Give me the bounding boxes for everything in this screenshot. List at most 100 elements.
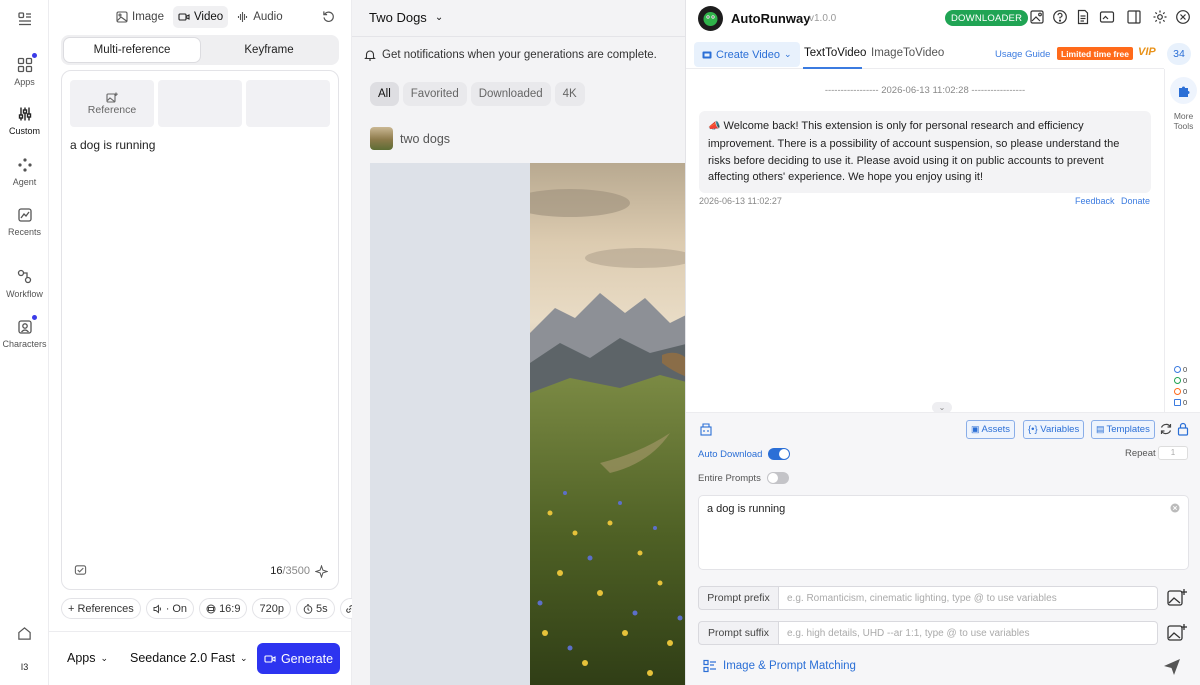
nav-workflow[interactable]: Workflow bbox=[0, 269, 49, 299]
credits-counter[interactable]: 34 bbox=[1167, 43, 1191, 65]
filter-downloaded[interactable]: Downloaded bbox=[470, 82, 551, 106]
nav-apps[interactable]: Apps bbox=[0, 57, 49, 87]
screenshot-icon[interactable] bbox=[1099, 9, 1115, 25]
gear-icon[interactable] bbox=[1152, 9, 1168, 25]
main-content: Two Dogs ⌄ Get notifications when your ge… bbox=[352, 0, 685, 685]
image-prompt-matching[interactable]: Image & Prompt Matching bbox=[703, 659, 856, 673]
generation-title: two dogs bbox=[400, 131, 451, 146]
downloader-badge[interactable]: DOWNLOADER bbox=[945, 10, 1029, 26]
building-icon[interactable] bbox=[699, 422, 713, 436]
project-title[interactable]: Two Dogs ⌄ bbox=[369, 10, 443, 25]
stat-failed-value: 0 bbox=[1183, 387, 1188, 396]
video-icon bbox=[702, 51, 712, 58]
tab-text-to-video[interactable]: TextToVideo bbox=[804, 47, 866, 59]
create-video-dropdown[interactable]: Create Video ⌄ bbox=[694, 42, 800, 67]
filter-favorited[interactable]: Favorited bbox=[402, 82, 467, 106]
chevron-down-icon: ⌄ bbox=[784, 49, 792, 59]
check-icon bbox=[1174, 377, 1181, 384]
nav-recents[interactable]: Recents bbox=[0, 207, 49, 237]
nav-agent-label: Agent bbox=[12, 177, 37, 187]
add-image-icon[interactable] bbox=[1166, 587, 1188, 609]
generated-video[interactable] bbox=[370, 163, 685, 685]
close-icon[interactable] bbox=[1175, 9, 1191, 25]
prompt-prefix-row: Prompt prefix e.g. Romanticism, cinemati… bbox=[698, 586, 1158, 610]
nav-workflow-label: Workflow bbox=[6, 289, 43, 299]
ratio-icon bbox=[206, 604, 216, 613]
notification-banner[interactable]: Get notifications when your generations … bbox=[364, 49, 657, 61]
sidebar-toggle-icon[interactable] bbox=[1126, 9, 1142, 25]
assets-button[interactable]: ▣ Assets bbox=[966, 420, 1016, 439]
help-icon[interactable] bbox=[1052, 9, 1068, 25]
lock-icon[interactable] bbox=[1176, 422, 1190, 436]
filter-4k[interactable]: 4K bbox=[554, 82, 585, 106]
stat-pending: 0 bbox=[1174, 365, 1187, 374]
usage-guide-link[interactable]: Usage Guide bbox=[995, 49, 1050, 60]
entire-prompts-toggle[interactable] bbox=[766, 472, 789, 484]
duration-value: 5s bbox=[315, 602, 328, 615]
message-timestamp: 2026-06-13 11:02:27 bbox=[699, 196, 782, 206]
tab-image-label: Image bbox=[132, 11, 164, 23]
tab-keyframe[interactable]: Keyframe bbox=[201, 37, 337, 63]
duration-chip[interactable]: 5s bbox=[295, 598, 335, 619]
clear-icon[interactable] bbox=[1170, 503, 1180, 513]
generation-thumbnail[interactable] bbox=[370, 127, 393, 150]
extension-prompt-input[interactable]: a dog is running bbox=[698, 495, 1189, 570]
tab-video[interactable]: Video bbox=[172, 6, 229, 28]
repeat-input[interactable]: 1 bbox=[1158, 446, 1188, 460]
prompt-prefix-input[interactable]: e.g. Romanticism, cinematic lighting, ty… bbox=[779, 586, 1158, 610]
reference-slot-empty[interactable] bbox=[246, 80, 330, 127]
megaphone-icon: 📣 bbox=[708, 121, 721, 132]
ratio-chip[interactable]: 16:9 bbox=[199, 598, 248, 619]
nav-agent[interactable]: Agent bbox=[0, 157, 49, 187]
templates-button[interactable]: ▤ Templates bbox=[1091, 420, 1155, 439]
variables-button[interactable]: {•} Variables bbox=[1023, 420, 1085, 439]
auto-download-toggle[interactable] bbox=[768, 448, 791, 460]
limited-time-badge: Limited time free bbox=[1057, 47, 1134, 60]
feedback-link[interactable]: Feedback bbox=[1075, 196, 1115, 206]
prompt-settings: ▣ Assets {•} Variables ▤ Templates Auto Do… bbox=[686, 412, 1200, 685]
filter-all[interactable]: All bbox=[370, 82, 399, 106]
create-video-label: Create Video bbox=[716, 48, 781, 61]
tab-multi-reference[interactable]: Multi-reference bbox=[63, 37, 201, 63]
vip-badge[interactable]: VIP bbox=[1138, 46, 1156, 58]
resolution-chip[interactable]: 720p bbox=[252, 598, 291, 619]
prompt-suffix-row: Prompt suffix e.g. high details, UHD --a… bbox=[698, 621, 1158, 645]
reference-slot-empty[interactable] bbox=[158, 80, 242, 127]
repeat-label: Repeat bbox=[1125, 448, 1156, 459]
tab-image[interactable]: Image bbox=[111, 6, 169, 28]
nav-home[interactable] bbox=[0, 626, 49, 645]
audio-icon bbox=[238, 12, 248, 22]
menu-icon[interactable] bbox=[0, 12, 49, 30]
refresh-icon[interactable] bbox=[1159, 422, 1173, 436]
prompt-suffix-input[interactable]: e.g. high details, UHD --ar 1:1, type @ … bbox=[779, 621, 1158, 645]
speaker-icon bbox=[153, 603, 161, 614]
tab-image-to-video[interactable]: ImageToVideo bbox=[871, 47, 944, 59]
entire-prompts-label: Entire Prompts bbox=[698, 472, 761, 484]
user-initials[interactable]: I3 bbox=[0, 662, 49, 672]
apps-select[interactable]: Apps ⌄ bbox=[67, 651, 108, 665]
audio-chip[interactable]: · On bbox=[145, 598, 195, 619]
reset-icon[interactable] bbox=[322, 10, 335, 23]
reference-slot[interactable]: Reference bbox=[70, 80, 154, 127]
agent-icon bbox=[17, 158, 32, 172]
nav-characters[interactable]: Characters bbox=[0, 319, 49, 349]
divider bbox=[352, 36, 685, 37]
enhance-icon[interactable] bbox=[74, 563, 87, 576]
donate-link[interactable]: Donate bbox=[1121, 196, 1150, 206]
send-icon[interactable] bbox=[1163, 658, 1181, 676]
tab-audio[interactable]: Audio bbox=[232, 6, 287, 28]
prompt-text[interactable]: a dog is running bbox=[70, 138, 155, 152]
nav-custom[interactable]: Custom bbox=[0, 106, 49, 136]
image-tool-icon[interactable] bbox=[1029, 9, 1045, 25]
extension-panel: AutoRunway v1.0.0 DOWNLOADER Create Vide… bbox=[685, 0, 1200, 685]
generate-button[interactable]: Generate bbox=[257, 643, 340, 674]
add-image-icon[interactable] bbox=[1166, 622, 1188, 644]
prompt-box[interactable]: Reference a dog is running 16/3500 bbox=[61, 70, 339, 590]
sparkle-icon[interactable] bbox=[315, 565, 328, 578]
more-tools-button[interactable] bbox=[1170, 77, 1197, 104]
model-select[interactable]: Seedance 2.0 Fast ⌄ bbox=[130, 651, 247, 665]
brand-name: AutoRunway bbox=[731, 11, 811, 26]
document-icon[interactable] bbox=[1075, 9, 1091, 25]
references-chip[interactable]: + References bbox=[61, 598, 141, 619]
mode-tabs: Image Video Audio bbox=[111, 6, 288, 28]
